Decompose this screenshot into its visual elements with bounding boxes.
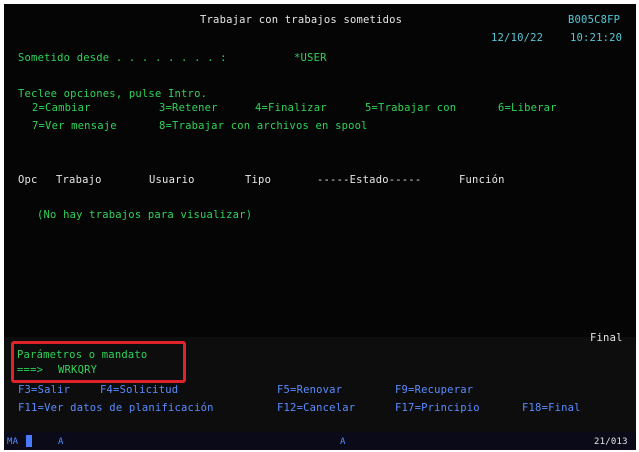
command-highlight-box — [11, 341, 186, 383]
option-display-message: 7=Ver mensaje — [32, 120, 117, 132]
submitted-from-label: Sometido desde . . . . . . . . : — [18, 52, 227, 64]
submitted-from-field[interactable]: *USER — [294, 52, 327, 65]
f4-prompt-key[interactable]: F4=Solicitud — [100, 384, 178, 397]
f9-retrieve-key[interactable]: F9=Recuperar — [395, 384, 473, 397]
f5-refresh-key[interactable]: F5=Renovar — [277, 384, 342, 397]
option-hold: 3=Retener — [159, 102, 218, 114]
option-spooled-files: 8=Trabajar con archivos en spool — [159, 120, 368, 132]
option-end: 4=Finalizar — [255, 102, 327, 114]
column-header-job: Trabajo — [56, 174, 102, 186]
terminal-screen: Trabajar con trabajos sometidos B005C8FP… — [4, 4, 636, 450]
empty-list-message: (No hay trabajos para visualizar) — [37, 209, 253, 221]
status-indicator-a1: A — [58, 437, 64, 447]
system-name: B005C8FP — [568, 14, 621, 26]
f17-top-key[interactable]: F17=Principio — [395, 402, 480, 415]
instructions-text: Teclee opciones, pulse Intro. — [18, 88, 208, 100]
list-end-indicator: Final — [590, 332, 623, 344]
column-header-user: Usuario — [149, 174, 195, 186]
option-work-with: 5=Trabajar con — [365, 102, 457, 114]
cursor-position: 21/013 — [594, 437, 628, 447]
column-header-opc: Opc — [18, 174, 38, 186]
status-bar — [4, 432, 636, 450]
column-header-function: Función — [459, 174, 505, 186]
status-mode-indicator: MA — [7, 437, 19, 447]
f3-exit-key[interactable]: F3=Salir — [18, 384, 70, 397]
status-indicator-a2: A — [340, 437, 346, 447]
column-header-status: -----Estado----- — [317, 174, 422, 186]
f12-cancel-key[interactable]: F12=Cancelar — [277, 402, 355, 415]
text-cursor — [26, 435, 32, 447]
f18-bottom-key[interactable]: F18=Final — [522, 402, 581, 415]
f11-schedule-data-key[interactable]: F11=Ver datos de planificación — [18, 402, 214, 415]
column-header-type: Tipo — [245, 174, 272, 186]
option-change: 2=Cambiar — [32, 102, 91, 114]
time: 10:21:20 — [570, 32, 623, 44]
screen-title: Trabajar con trabajos sometidos — [200, 14, 403, 26]
option-release: 6=Liberar — [498, 102, 557, 114]
date: 12/10/22 — [491, 32, 544, 44]
